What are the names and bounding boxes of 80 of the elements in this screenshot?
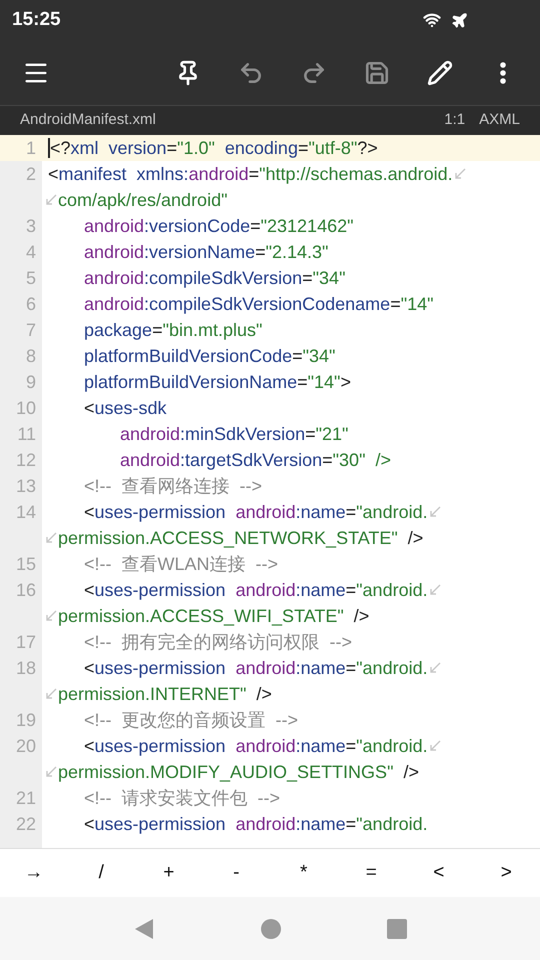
line-number: 13 (16, 474, 36, 498)
code-line: <!-- 查看WLAN连接 --> (84, 552, 278, 576)
code-line: <!-- 更改您的音频设置 --> (84, 708, 298, 732)
wrap-icon (428, 739, 442, 753)
line-number: 17 (16, 630, 36, 654)
code-line: android:compileSdkVersionCodename="14" (84, 292, 434, 316)
code-line: android:versionCode="23121462" (84, 214, 354, 238)
wrap-icon (44, 193, 58, 207)
line-number: 1 (26, 136, 36, 160)
wrap-icon (44, 609, 58, 623)
home-icon[interactable] (261, 918, 281, 938)
code-line: <manifest xmlns:android="http://schemas.android. (48, 162, 453, 186)
wrap-icon (44, 687, 58, 701)
code-line: permission.ACCESS_NETWORK_STATE" /> (58, 526, 424, 550)
code-line: android:targetSdkVersion="30" /> (120, 448, 391, 472)
code-line: platformBuildVersionName="14"> (84, 370, 351, 394)
edit-icon (426, 60, 452, 86)
code-line: permission.INTERNET" /> (58, 682, 272, 706)
text-cursor (48, 138, 50, 158)
wifi-icon (423, 11, 441, 29)
symbol-key[interactable]: = (338, 849, 405, 897)
code-line: com/apk/res/android" (58, 188, 228, 212)
line-number: 22 (16, 812, 36, 836)
line-number: 8 (26, 344, 36, 368)
code-line: <uses-permission android:name="android. (84, 500, 428, 524)
symbol-key[interactable]: - (202, 849, 270, 897)
code-line: <uses-permission android:name="android. (84, 734, 428, 758)
line-number: 3 (26, 214, 36, 238)
code-line: android:versionName="2.14.3" (84, 240, 328, 264)
wrap-icon (452, 167, 467, 181)
code-line: <!-- 请求安装文件包 --> (84, 786, 280, 810)
symbol-key[interactable]: < (405, 849, 472, 897)
more-icon (500, 62, 506, 84)
wrap-icon (44, 531, 58, 545)
code-line: <!-- 拥有完全的网络访问权限 --> (84, 630, 352, 654)
code-line: <uses-permission android:name="android. (84, 812, 428, 836)
code-line: <uses-permission android:name="android. (84, 656, 428, 680)
code-line: <?xml version="1.0" encoding="utf-8"?> (50, 136, 378, 160)
symbol-key[interactable]: * (270, 849, 338, 897)
line-number: 16 (16, 578, 36, 602)
cursor-position: 1:1 (444, 110, 466, 130)
clock: 15:25 (12, 8, 61, 32)
line-number: 21 (16, 786, 36, 810)
line-number: 6 (26, 292, 36, 316)
line-number: 19 (16, 708, 36, 732)
airplane-icon (451, 12, 468, 28)
code-line: platformBuildVersionCode="34" (84, 344, 336, 368)
line-number: 11 (17, 422, 36, 446)
wrap-icon (428, 583, 442, 597)
code-line: <!-- 查看网络连接 --> (84, 474, 262, 498)
recents-icon[interactable] (387, 918, 407, 938)
wrap-icon (428, 661, 442, 675)
code-line: package="bin.mt.plus" (84, 318, 262, 342)
symbol-key[interactable]: > (472, 849, 540, 897)
symbol-key[interactable]: → (0, 849, 68, 897)
line-number: 14 (16, 500, 36, 524)
line-number: 9 (26, 370, 36, 394)
line-number: 18 (16, 656, 36, 680)
file-format: AXML (479, 110, 520, 130)
line-number: 12 (16, 448, 36, 472)
back-icon[interactable] (133, 918, 155, 940)
code-line: <uses-sdk (84, 396, 167, 420)
code-line: android:minSdkVersion="21" (120, 422, 348, 446)
code-line: permission.ACCESS_WIFI_STATE" /> (58, 604, 370, 628)
line-number: 15 (16, 552, 36, 576)
line-number: 4 (26, 240, 36, 264)
wrap-icon (44, 765, 58, 779)
symbol-key[interactable]: + (135, 849, 202, 897)
line-number: 10 (16, 396, 36, 420)
file-name: AndroidManifest.xml (20, 110, 156, 130)
code-line: <uses-permission android:name="android. (84, 578, 428, 602)
save-icon (364, 60, 390, 86)
symbol-key[interactable]: / (68, 849, 135, 897)
code-line: permission.MODIFY_AUDIO_SETTINGS" /> (58, 760, 419, 784)
code-line: android:compileSdkVersion="34" (84, 266, 346, 290)
wrap-icon (428, 505, 442, 519)
line-number: 7 (26, 318, 36, 342)
line-number: 20 (16, 734, 36, 758)
line-number: 2 (26, 162, 36, 186)
line-number: 5 (26, 266, 36, 290)
